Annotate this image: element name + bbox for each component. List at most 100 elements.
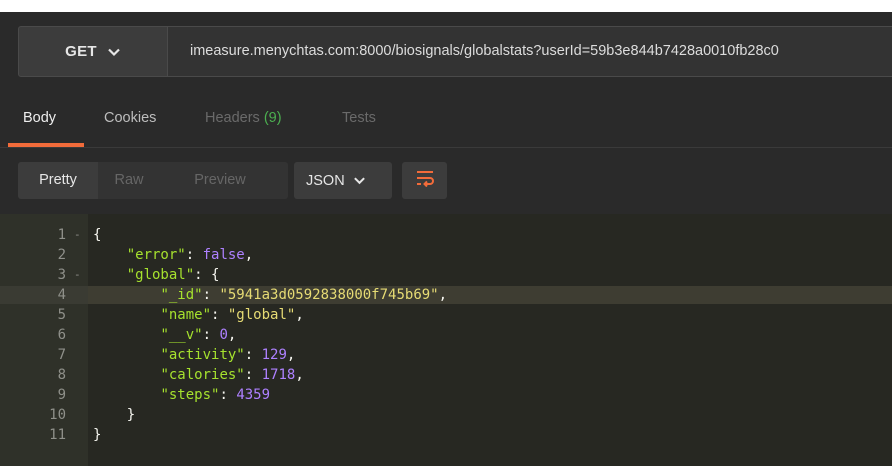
url-input[interactable]: imeasure.menychtas.com:8000/biosignals/g…: [168, 26, 892, 77]
tab-body[interactable]: Body: [23, 89, 56, 147]
line-number: 11: [49, 427, 66, 443]
code-token: ,: [438, 287, 448, 303]
tab-tests[interactable]: Tests: [342, 89, 376, 147]
code-token: :: [185, 247, 203, 263]
code-text: "error": false,: [93, 246, 253, 264]
tab-headers[interactable]: Headers (9): [205, 89, 282, 147]
code-text: "global": {: [93, 266, 220, 284]
code-token: }: [93, 427, 102, 443]
line-number-cell: 10: [0, 406, 88, 424]
code-line: 2 "error": false,: [0, 246, 892, 264]
code-line: 6 "__v": 0,: [0, 326, 892, 344]
response-tabs: Body Cookies Headers (9) Tests: [0, 89, 892, 147]
view-preview-button[interactable]: Preview: [160, 162, 288, 199]
code-token: "global": [126, 267, 195, 283]
response-body-editor[interactable]: 1-{2 "error": false, 3- "global": {4 "_id…: [0, 214, 892, 466]
code-text: }: [93, 406, 135, 424]
window-top-edge: [0, 0, 892, 12]
code-token: "name": [160, 307, 212, 323]
line-number-cell: 11: [0, 426, 88, 444]
fold-toggle-icon[interactable]: -: [74, 266, 81, 284]
line-number-cell: 1-: [0, 226, 88, 244]
code-token: :: [202, 287, 220, 303]
line-number-cell: 6: [0, 326, 88, 344]
format-label: JSON: [306, 172, 345, 189]
code-line: 3- "global": {: [0, 266, 892, 284]
code-token: {: [93, 227, 102, 243]
code-token: :: [202, 327, 220, 343]
code-token: 129: [261, 347, 287, 363]
code-text: "__v": 0,: [93, 326, 236, 344]
code-token: 1718: [261, 367, 296, 383]
tab-body-label: Body: [23, 110, 57, 126]
code-text: "name": "global",: [93, 306, 304, 324]
tab-headers-label: Headers: [205, 110, 260, 126]
code-token: }: [93, 407, 136, 423]
code-line: 9 "steps": 4359: [0, 386, 892, 404]
code-token: ,: [227, 327, 237, 343]
line-number: 5: [57, 307, 66, 323]
code-token: 4359: [236, 387, 271, 403]
chevron-down-icon: [107, 45, 121, 59]
code-line: 4 "_id": "5941a3d0592838000f745b69",: [0, 286, 892, 304]
method-label: GET: [65, 43, 97, 60]
code-token: "_id": [160, 287, 203, 303]
code-line: 5 "name": "global",: [0, 306, 892, 324]
line-number: 7: [57, 347, 66, 363]
code-token: "calories": [160, 367, 245, 383]
code-line: 10 }: [0, 406, 892, 424]
tab-cookies-label: Cookies: [104, 110, 157, 126]
code-token: ,: [295, 307, 304, 323]
code-token: ,: [295, 367, 304, 383]
code-token: "error": [126, 247, 186, 263]
code-text: "calories": 1718,: [93, 366, 304, 384]
code-token: "__v": [160, 327, 203, 343]
code-text: }: [93, 426, 101, 444]
request-bar: GET imeasure.menychtas.com:8000/biosigna…: [0, 12, 892, 89]
method-dropdown[interactable]: GET: [18, 26, 168, 77]
tab-cookies[interactable]: Cookies: [104, 89, 156, 147]
code-text: "_id": "5941a3d0592838000f745b69",: [93, 286, 447, 304]
wrap-lines-icon: [415, 169, 435, 192]
code-token: :: [219, 387, 237, 403]
line-number-cell: 5: [0, 306, 88, 324]
code-token: :: [211, 307, 228, 323]
code-text: "steps": 4359: [93, 386, 270, 404]
tab-tests-label: Tests: [342, 110, 376, 126]
fold-toggle-icon[interactable]: -: [74, 226, 81, 244]
code-token: false: [202, 247, 245, 263]
headers-count-badge: (9): [263, 110, 282, 126]
view-toolbar: Pretty Raw Preview JSON: [0, 148, 892, 214]
code-text: "activity": 129,: [93, 346, 295, 364]
line-number: 10: [49, 407, 66, 423]
line-number-cell: 2: [0, 246, 88, 264]
format-dropdown[interactable]: JSON: [294, 162, 392, 199]
wrap-lines-button[interactable]: [402, 162, 447, 199]
view-pretty-button[interactable]: Pretty: [18, 162, 98, 199]
code-text: {: [93, 226, 101, 244]
code-token: :: [244, 347, 262, 363]
line-number-cell: 9: [0, 386, 88, 404]
line-number-cell: 8: [0, 366, 88, 384]
line-number: 4: [57, 287, 66, 303]
chevron-down-icon: [353, 174, 366, 187]
code-line: 11}: [0, 426, 892, 444]
code-token: :: [244, 367, 262, 383]
line-number-cell: 7: [0, 346, 88, 364]
line-number: 8: [57, 367, 66, 383]
code-token: ,: [286, 347, 296, 363]
line-number-cell: 4: [0, 286, 88, 304]
line-number: 3: [57, 267, 66, 283]
line-number: 1: [57, 227, 66, 243]
code-token: 0: [219, 327, 228, 343]
code-token: "5941a3d0592838000f745b69": [219, 287, 439, 303]
code-line: 7 "activity": 129,: [0, 346, 892, 364]
view-raw-button[interactable]: Raw: [98, 162, 160, 199]
